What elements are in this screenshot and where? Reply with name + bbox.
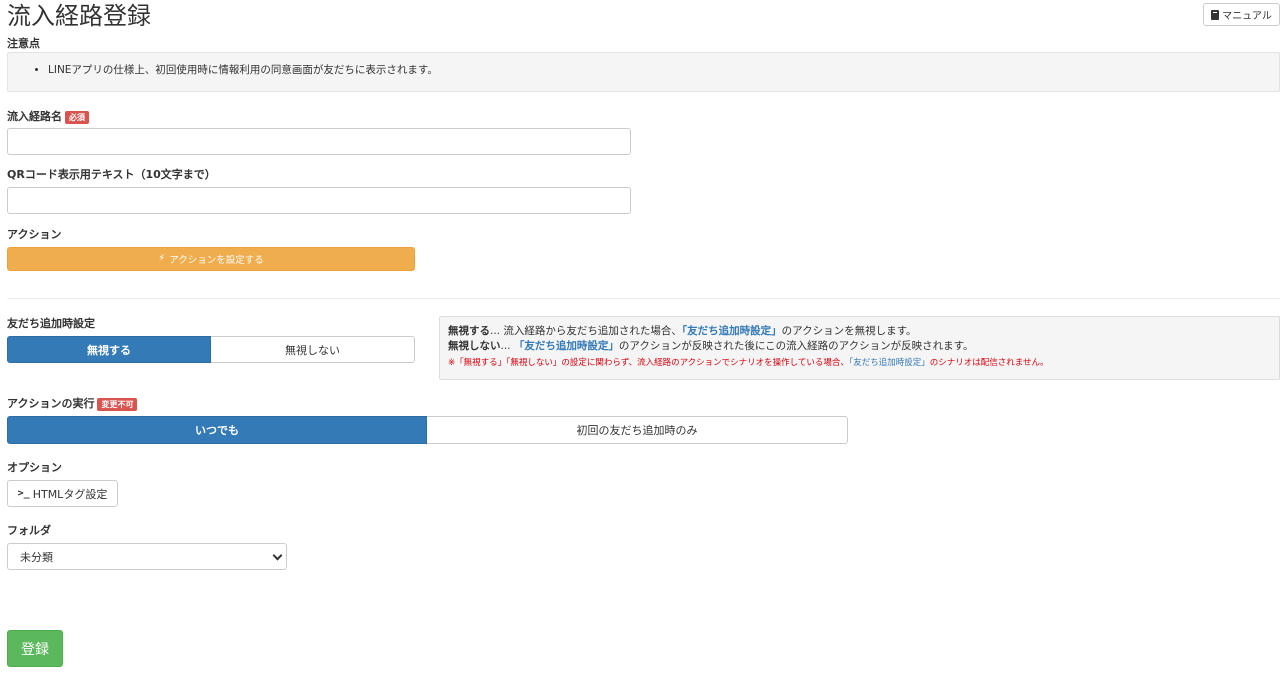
page-title: 流入経路登録	[7, 2, 151, 30]
action-label: アクション	[7, 228, 62, 241]
section-divider	[7, 298, 1280, 299]
info-warning-note: ※「無視する」「無視しない」の設定に関わらず、流入経路のアクションでシナリオを操…	[448, 358, 1049, 368]
friend-add-ignore-button[interactable]: 無視する	[7, 336, 211, 363]
terminal-icon: >_	[17, 488, 30, 499]
friend-add-setting-link[interactable]: 「友だち追加時設定」	[514, 340, 619, 352]
notice-box: LINEアプリの仕様上、初回使用時に情報利用の同意画面が友だちに表示されます。	[7, 52, 1280, 92]
route-name-label: 流入経路名 必須	[7, 110, 89, 124]
html-tag-settings-button[interactable]: >_ HTMLタグ設定	[7, 480, 118, 507]
options-label: オプション	[7, 461, 62, 474]
manual-button-label: マニュアル	[1222, 11, 1272, 22]
unchangeable-badge: 変更不可	[97, 397, 138, 411]
required-badge: 必須	[65, 110, 89, 124]
set-action-button-label: アクションを設定する	[169, 255, 264, 266]
set-action-button[interactable]: ⚡ アクションを設定する	[7, 247, 415, 271]
execution-first-only-button[interactable]: 初回の友だち追加時のみ	[427, 416, 848, 444]
qr-text-label: QRコード表示用テキスト（10文字まで）	[7, 168, 216, 181]
info-line-not-ignore: 無視しない... 「友だち追加時設定」のアクションが反映された後にこの流入経路の…	[448, 340, 974, 352]
info-line-ignore: 無視する... 流入経路から友だち追加された場合、「友だち追加時設定」のアクショ…	[448, 325, 917, 337]
manual-button[interactable]: マニュアル	[1203, 3, 1280, 26]
submit-button[interactable]: 登録	[7, 630, 63, 667]
friend-add-setting-link[interactable]: 「友だち追加時設定」	[682, 325, 782, 337]
friend-add-toggle: 無視する 無視しない	[7, 336, 415, 363]
friend-add-info-box: 無視する... 流入経路から友だち追加された場合、「友だち追加時設定」のアクショ…	[439, 316, 1280, 380]
execution-toggle: いつでも 初回の友だち追加時のみ	[7, 416, 848, 444]
bolt-icon: ⚡	[158, 253, 166, 264]
qr-text-input[interactable]	[7, 187, 631, 214]
folder-selected-value: 未分類	[20, 550, 53, 564]
execution-label: アクションの実行 変更不可	[7, 397, 138, 411]
notice-item: LINEアプリの仕様上、初回使用時に情報利用の同意画面が友だちに表示されます。	[48, 62, 1279, 77]
notice-label: 注意点	[7, 37, 40, 50]
notice-list: LINEアプリの仕様上、初回使用時に情報利用の同意画面が友だちに表示されます。	[8, 53, 1279, 77]
folder-label: フォルダ	[7, 524, 51, 537]
html-tag-settings-label: HTMLタグ設定	[32, 487, 108, 501]
chevron-down-icon	[272, 550, 283, 561]
friend-add-label: 友だち追加時設定	[7, 317, 95, 330]
book-icon	[1211, 9, 1220, 20]
folder-select[interactable]: 未分類	[7, 543, 287, 570]
friend-add-setting-link[interactable]: 「友だち追加時設定」	[849, 358, 930, 368]
friend-add-not-ignore-button[interactable]: 無視しない	[211, 336, 415, 363]
route-name-input[interactable]	[7, 128, 631, 155]
execution-anytime-button[interactable]: いつでも	[7, 416, 427, 444]
